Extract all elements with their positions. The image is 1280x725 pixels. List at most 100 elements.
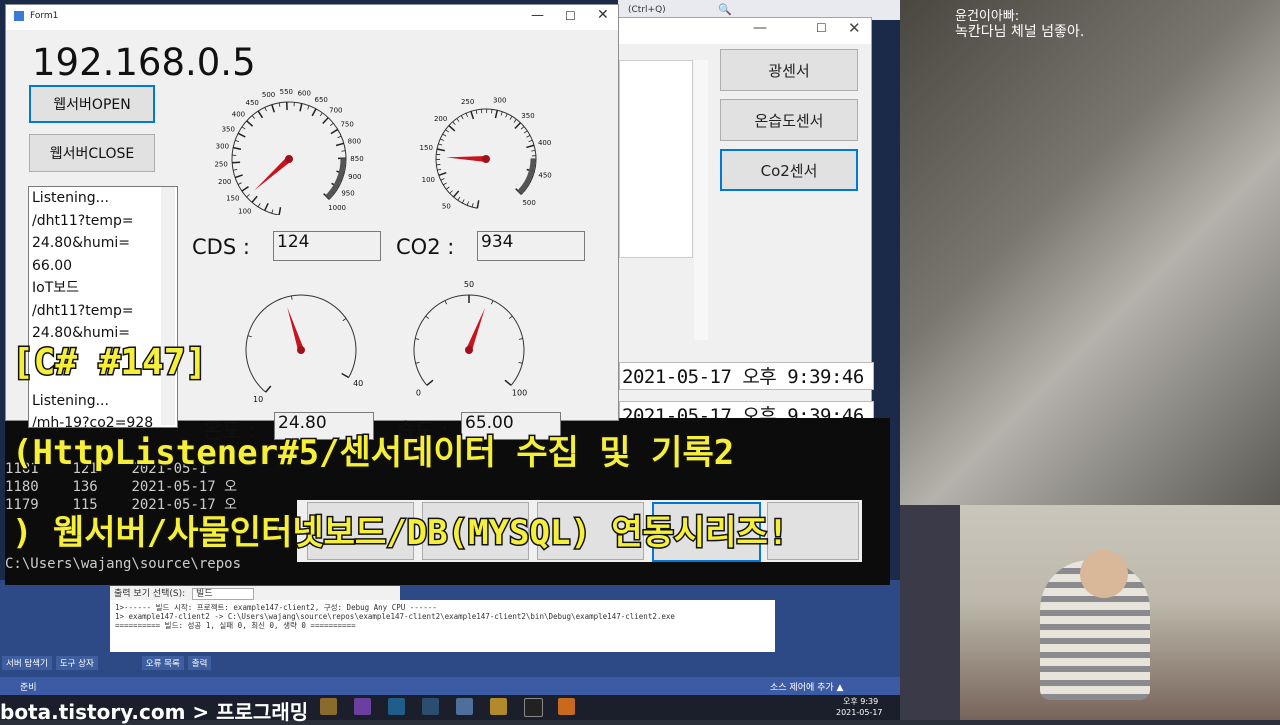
gauge-tick xyxy=(443,134,446,136)
log-line: Listening... xyxy=(29,390,177,413)
output-line: 1> example147-client2 -> C:\Users\wajang… xyxy=(115,612,770,621)
visual-studio-icon[interactable] xyxy=(354,698,371,715)
gauge-tick xyxy=(466,113,468,117)
gauge-tick xyxy=(491,301,493,305)
taskbar-app-icon[interactable] xyxy=(388,698,405,715)
gauge-tick-label: 400 xyxy=(538,139,551,147)
data-list[interactable] xyxy=(619,60,693,258)
gauge-tick xyxy=(446,187,449,189)
gauge-tick xyxy=(233,148,241,150)
temp-humi-sensor-button[interactable]: 온습도센서 xyxy=(720,99,858,141)
gauge-tick xyxy=(461,116,463,119)
log-line: 24.80&humi= xyxy=(29,232,177,255)
gauge-tick xyxy=(235,140,239,141)
cds-value-field[interactable]: 124 xyxy=(273,231,381,261)
gauge-tick xyxy=(453,122,456,125)
webserver-open-button[interactable]: 웹서버OPEN xyxy=(29,85,155,123)
gauge-tick xyxy=(331,129,338,133)
gauge-tick xyxy=(445,130,448,132)
gauge-tick-label: 200 xyxy=(434,115,447,123)
streamer-face xyxy=(1080,550,1128,598)
log-listbox[interactable]: Listening... /dht11?temp= 24.80&humi= 66… xyxy=(28,186,178,428)
window-maximize-button[interactable]: ☐ xyxy=(565,9,576,23)
co2-value-field[interactable]: 934 xyxy=(477,231,585,261)
gauge-tick xyxy=(439,173,447,176)
gauge-tick xyxy=(341,151,345,152)
gauge-tick xyxy=(514,119,516,122)
output-line: ========== 빌드: 성공 1, 실패 0, 최신 0, 생략 0 ==… xyxy=(115,621,770,630)
taskbar-app-icon[interactable] xyxy=(320,698,337,715)
gauge-tick xyxy=(441,179,445,181)
co2-sensor-button[interactable]: Co2센서 xyxy=(720,149,858,191)
gauge-tick xyxy=(272,210,273,214)
gauge-tick-label: 650 xyxy=(314,96,327,104)
vs-search-placeholder[interactable]: (Ctrl+Q) xyxy=(628,5,666,15)
window-minimize-button[interactable]: — xyxy=(753,20,767,36)
window-minimize-button[interactable]: — xyxy=(531,8,544,23)
gauge-tick xyxy=(300,103,302,111)
log-scrollbar[interactable] xyxy=(161,187,175,425)
gauge-arc xyxy=(414,295,524,385)
taskbar-app-icon[interactable] xyxy=(558,698,575,715)
window-maximize-button[interactable]: ☐ xyxy=(816,21,827,35)
gauge-tick xyxy=(242,187,249,192)
list-scrollbar[interactable] xyxy=(694,60,708,340)
tab-server-explorer[interactable]: 서버 탐색기 xyxy=(2,656,52,670)
gauge-tick xyxy=(462,200,464,204)
tab-output[interactable]: 출력 xyxy=(188,656,212,670)
gauge-tick xyxy=(247,121,253,126)
gauge-tick xyxy=(312,109,316,116)
light-sensor-button[interactable]: 광센서 xyxy=(720,49,858,91)
gauge-tick-label: 500 xyxy=(262,91,275,99)
gauge-tick-label: 150 xyxy=(226,194,239,202)
taskbar-app-icon[interactable] xyxy=(490,698,507,715)
gauge-tick xyxy=(338,136,342,138)
timestamp-field[interactable]: 2021-05-17 오후 9:39:46 xyxy=(619,362,874,390)
gauge-tick xyxy=(476,110,477,114)
gauge-tick xyxy=(477,200,478,208)
log-line: Listening... xyxy=(29,187,177,210)
gauge-tick xyxy=(440,139,444,141)
webserver-close-button[interactable]: 웹서버CLOSE xyxy=(29,134,155,172)
window-close-button[interactable]: ✕ xyxy=(597,7,609,23)
gauge-tick-label: 50 xyxy=(464,280,474,289)
gauge-tick-label: 950 xyxy=(341,190,354,198)
gauge-tick-label: 500 xyxy=(522,199,535,207)
gauge-tick xyxy=(443,183,446,185)
gauge-tick-label: 250 xyxy=(461,98,474,106)
gauge-tick xyxy=(272,105,274,113)
gauge-tick-label: 350 xyxy=(521,112,534,120)
gauge-tick xyxy=(279,207,280,215)
gauge-needle xyxy=(287,307,304,351)
gauge-tick-label: 550 xyxy=(280,88,293,96)
gauge-tick-label: 10 xyxy=(253,395,263,404)
source-control-button[interactable]: 소스 제어에 추가 ▲ xyxy=(770,680,843,693)
co2-gauge: 050100150200250300350400450500 xyxy=(411,85,561,215)
tab-toolbox[interactable]: 도구 상자 xyxy=(56,656,98,670)
output-source-select[interactable]: 빌드 xyxy=(192,588,254,600)
gauge-tick-label: 100 xyxy=(422,176,435,184)
gauge-tick xyxy=(524,131,527,133)
gauge-tick xyxy=(495,110,497,118)
gauge-tick xyxy=(279,103,280,107)
temperature-gauge: 4010 xyxy=(231,280,371,410)
gauge-tick-label: 400 xyxy=(232,110,245,118)
gauge-tick xyxy=(458,197,460,200)
gauge-tick xyxy=(416,362,420,363)
gauge-hub xyxy=(465,346,473,354)
gauge-tick-label: 800 xyxy=(348,137,361,145)
taskbar-app-icon[interactable] xyxy=(456,698,473,715)
gauge-tick-label: 350 xyxy=(222,125,235,133)
gauge-tick xyxy=(242,127,245,129)
banner-line-1: (HttpListener#5/센서데이터 수집 및 기록2 xyxy=(12,425,734,474)
gauge-tick-label: 50 xyxy=(442,202,451,210)
gauge-tick xyxy=(449,126,455,131)
console-icon[interactable] xyxy=(524,698,543,717)
search-icon[interactable]: 🔍 xyxy=(718,3,732,16)
episode-title: [C# #147] xyxy=(12,342,207,383)
tab-error-list[interactable]: 오류 목록 xyxy=(142,656,184,670)
taskbar-app-icon[interactable] xyxy=(422,698,439,715)
gauge-hub xyxy=(297,346,305,354)
gauge-tick xyxy=(527,135,531,137)
window-close-button[interactable]: ✕ xyxy=(848,19,861,37)
